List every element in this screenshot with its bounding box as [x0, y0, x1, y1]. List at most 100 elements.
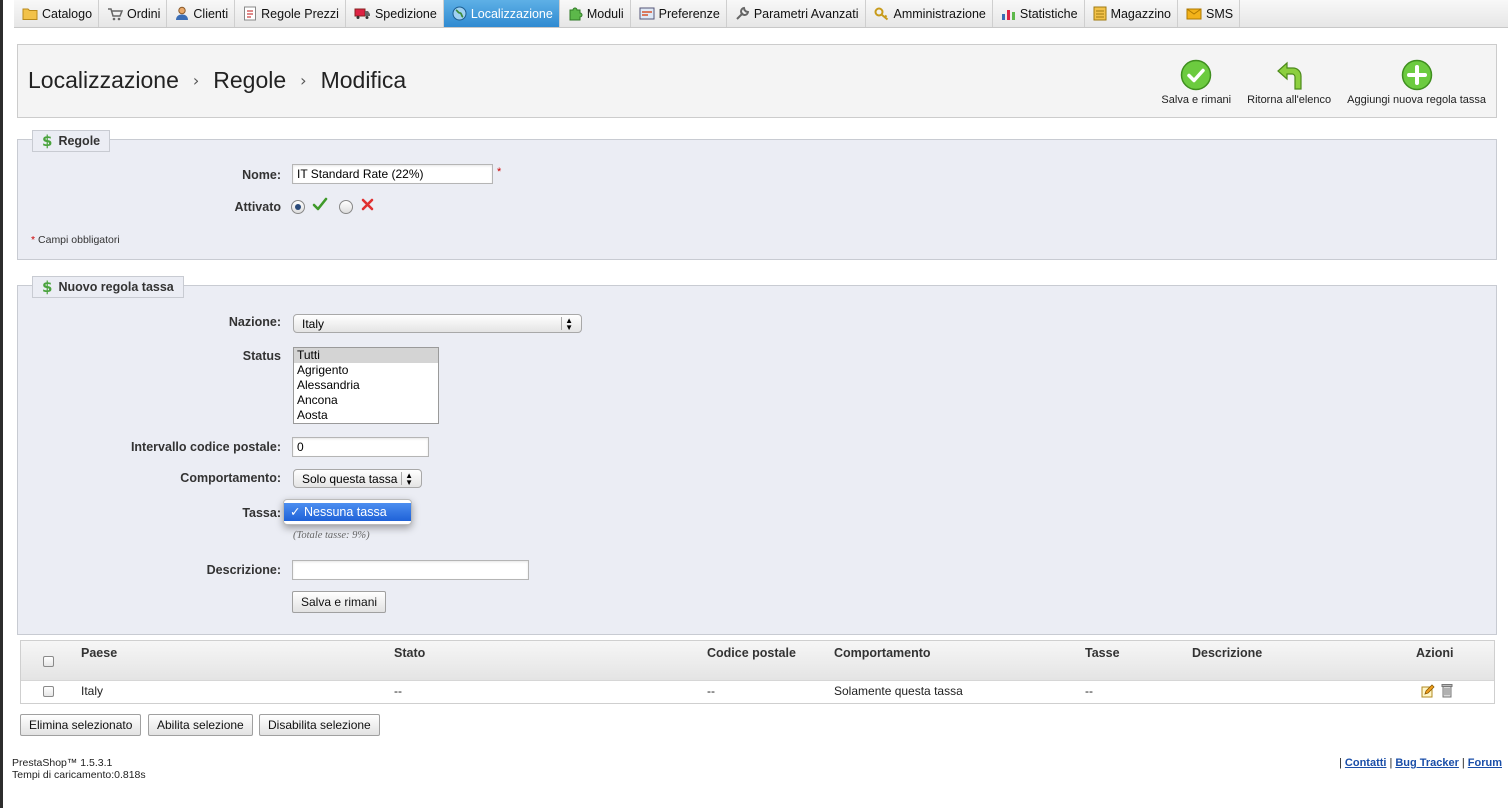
tab-statistiche[interactable]: Statistiche — [993, 0, 1085, 27]
tab-localizzazione[interactable]: Localizzazione — [443, 0, 560, 27]
divider: | — [1389, 757, 1393, 769]
tab-label: Moduli — [586, 6, 624, 21]
new-tax-rule-legend-label: Nuovo regola tassa — [58, 280, 174, 294]
save-and-stay-form-button[interactable]: Salva e rimani — [292, 591, 387, 613]
state-option[interactable]: Aosta — [294, 408, 438, 423]
required-asterisk: * — [31, 234, 36, 246]
chart-icon — [1001, 9, 1015, 20]
column-header-state[interactable]: Stato — [394, 646, 425, 660]
cell-state: -- — [394, 684, 402, 698]
tab-amministrazione[interactable]: Amministrazione — [866, 0, 993, 27]
tab-spedizione[interactable]: Spedizione — [346, 0, 444, 27]
add-new-rule-button[interactable]: Aggiungi nuova regola tassa — [1347, 59, 1486, 106]
row-checkbox[interactable] — [43, 686, 54, 697]
tab-catalogo[interactable]: Catalogo — [14, 0, 100, 27]
enabled-yes-radio[interactable] — [291, 200, 305, 214]
tab-magazzino[interactable]: Magazzino — [1085, 0, 1179, 27]
truck-icon — [354, 8, 370, 19]
description-label: Descrizione: — [206, 563, 281, 577]
tab-clienti[interactable]: Clienti — [167, 0, 236, 27]
zipcode-input[interactable]: 0 — [292, 437, 429, 457]
column-header-description[interactable]: Descrizione — [1192, 646, 1262, 660]
tax-dropdown-popup: ✓ Nessuna tassa — [283, 499, 412, 525]
bug-tracker-link[interactable]: Bug Tracker — [1395, 757, 1459, 769]
required-asterisk: * — [497, 166, 502, 178]
column-header-country[interactable]: Paese — [81, 646, 117, 660]
country-label: Nazione: — [228, 315, 281, 329]
footer-links: | Contatti | Bug Tracker | Forum — [1339, 757, 1502, 769]
tab-ordini[interactable]: Ordini — [99, 0, 168, 27]
window-edge — [0, 0, 3, 808]
edit-icon[interactable] — [1421, 684, 1435, 698]
cell-tax: -- — [1085, 684, 1093, 698]
back-to-list-label: Ritorna all'elenco — [1247, 94, 1332, 106]
save-and-stay-button[interactable]: Salva e rimani — [1161, 59, 1231, 106]
version-text: PrestaShop™ 1.5.3.1 — [12, 757, 113, 769]
folder-icon — [22, 8, 38, 20]
warehouse-icon — [1093, 6, 1107, 21]
country-select-value: Italy — [302, 316, 325, 331]
name-input[interactable]: IT Standard Rate (22%) — [292, 164, 493, 184]
breadcrumb-modifica: Modifica — [320, 67, 407, 93]
cell-behavior: Solamente questa tassa — [834, 684, 963, 698]
select-all-checkbox[interactable] — [43, 656, 54, 667]
tab-label: Ordini — [127, 6, 161, 21]
breadcrumb-regole[interactable]: Regole — [213, 67, 286, 94]
tab-parametri-avanzati[interactable]: Parametri Avanzati — [727, 0, 866, 27]
contacts-link[interactable]: Contatti — [1345, 757, 1387, 769]
user-icon — [176, 6, 189, 20]
behavior-label: Comportamento: — [180, 471, 281, 485]
tax-label: Tassa: — [242, 506, 281, 520]
behavior-select-value: Solo questa tassa — [302, 471, 398, 486]
required-fields-text: Campi obbligatori — [38, 234, 120, 246]
checkmark-circle-icon — [1181, 59, 1212, 91]
state-label: Status — [242, 349, 281, 363]
tab-moduli[interactable]: Moduli — [560, 0, 631, 27]
state-option[interactable]: Alessandria — [294, 378, 438, 393]
state-option[interactable]: Agrigento — [294, 363, 438, 378]
back-to-list-button[interactable]: Ritorna all'elenco — [1247, 59, 1331, 106]
behavior-select[interactable]: Solo questa tassa ▲ ▼ — [293, 469, 422, 488]
puzzle-icon — [569, 7, 583, 21]
footer-info: PrestaShop™ 1.5.3.1 Tempi di caricamento… — [12, 757, 146, 781]
divider: | — [1461, 757, 1465, 769]
state-listbox[interactable]: Tutti Agrigento Alessandria Ancona Aosta — [293, 347, 439, 424]
rules-fieldset: $ Regole Nome: IT Standard Rate (22%) * … — [17, 130, 1497, 260]
chevron-right-icon: › — [300, 71, 307, 90]
enabled-no-radio[interactable] — [339, 200, 353, 214]
name-label: Nome: — [242, 168, 281, 182]
trash-icon[interactable] — [1441, 683, 1453, 698]
cart-icon — [108, 7, 124, 20]
enable-selection-button[interactable]: Abilita selezione — [148, 714, 253, 736]
state-option[interactable]: Ancona — [294, 393, 438, 408]
tab-regole-prezzi[interactable]: Regole Prezzi — [235, 0, 346, 27]
cell-zipcode: -- — [707, 684, 715, 698]
breadcrumb-localizzazione[interactable]: Localizzazione — [28, 67, 179, 94]
column-header-behavior[interactable]: Comportamento — [834, 646, 931, 660]
delete-selected-button[interactable]: Elimina selezionato — [20, 714, 142, 736]
tab-sms[interactable]: SMS — [1178, 0, 1241, 27]
tab-preferenze[interactable]: Preferenze — [631, 0, 727, 27]
description-input[interactable] — [292, 560, 529, 580]
tax-option-selected[interactable]: ✓ Nessuna tassa — [284, 503, 411, 521]
rules-legend: $ Regole — [32, 130, 111, 152]
tax-total-note: (Totale tasse: 9%) — [293, 530, 370, 541]
chevron-right-icon: › — [192, 71, 200, 90]
price-rules-icon — [244, 6, 257, 21]
tab-label: Clienti — [193, 6, 229, 21]
load-time-text: Tempi di caricamento:0.818s — [12, 769, 146, 781]
save-and-stay-label: Salva e rimani — [1161, 94, 1232, 106]
page-toolbar: Localizzazione › Regole › Modifica Salva… — [17, 44, 1497, 118]
required-fields-note: * Campi obbligatori — [31, 234, 120, 246]
zipcode-label: Intervallo codice postale: — [130, 440, 281, 454]
state-option[interactable]: Tutti — [294, 348, 438, 363]
tab-label: SMS — [1206, 6, 1234, 21]
column-header-zipcode[interactable]: Codice postale — [707, 646, 796, 660]
country-select[interactable]: Italy ▲ ▼ — [293, 314, 582, 333]
disable-selection-button[interactable]: Disabilita selezione — [259, 714, 380, 736]
globe-icon — [452, 6, 467, 21]
column-header-actions: Azioni — [1416, 646, 1454, 660]
column-header-tax[interactable]: Tasse — [1085, 646, 1120, 660]
forum-link[interactable]: Forum — [1468, 757, 1502, 769]
plus-circle-icon — [1401, 59, 1432, 91]
